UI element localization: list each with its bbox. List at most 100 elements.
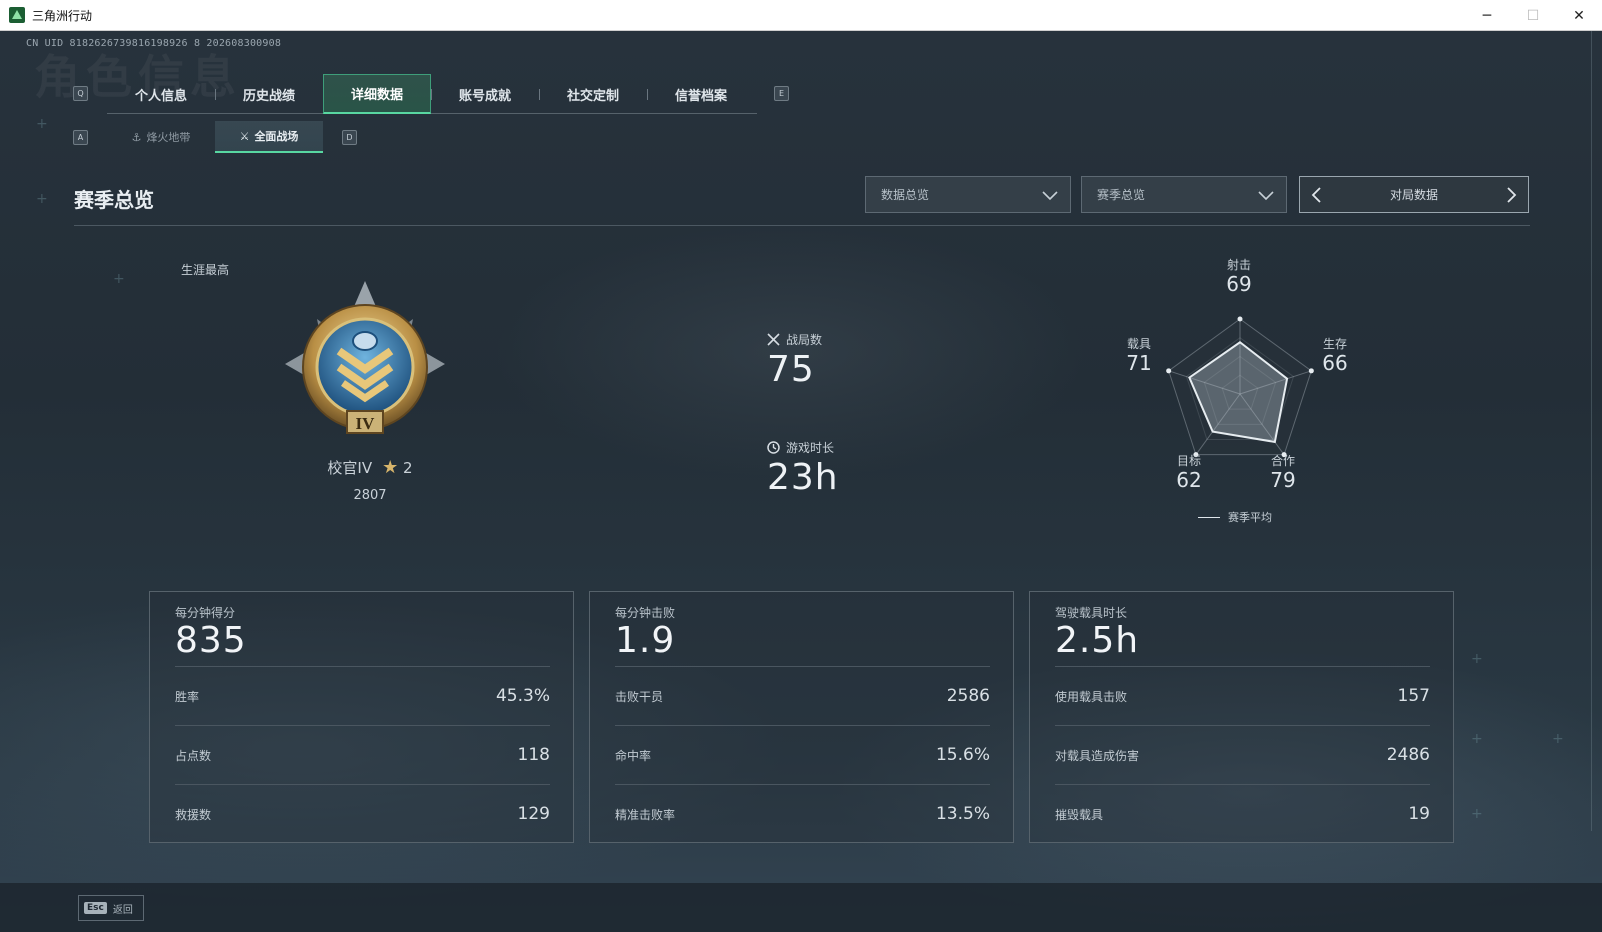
card-head-label: 每分钟击败 <box>615 606 676 620</box>
matches-label-text: 战局数 <box>786 333 823 347</box>
row-value: 157 <box>1397 686 1430 706</box>
pager-label: 对局数据 <box>1389 188 1438 202</box>
legend-label: 赛季平均 <box>1228 511 1272 524</box>
swords-icon: ⚔ <box>239 129 250 143</box>
tab-personal-info[interactable]: 个人信息 <box>107 74 215 114</box>
rank-medal-icon: IV <box>285 281 445 434</box>
card-row: 摧毁载具 19 <box>1055 784 1430 843</box>
subtab-operations[interactable]: ⚓ 烽火地带 <box>107 121 215 153</box>
row-value: 129 <box>517 804 550 824</box>
radar-label-vehicle: 载具 <box>1126 337 1151 351</box>
career-highest-label: 生涯最高 <box>181 263 230 277</box>
radar-label-objective: 目标 <box>1176 454 1201 468</box>
card-head-value: 835 <box>175 620 247 661</box>
card-head-value: 1.9 <box>615 620 676 661</box>
chevron-down-icon <box>1042 191 1058 201</box>
card-row: 命中率 15.6% <box>615 725 990 784</box>
card-head-label: 每分钟得分 <box>175 606 236 620</box>
mode-subtabs: ⚓ 烽火地带 ⚔ 全面战场 <box>107 121 323 153</box>
dropdown-value: 赛季总览 <box>1097 188 1146 202</box>
row-label: 胜率 <box>175 689 200 704</box>
row-label: 占点数 <box>175 748 212 763</box>
subtab-warfare[interactable]: ⚔ 全面战场 <box>215 121 323 153</box>
row-value: 19 <box>1408 804 1430 824</box>
radar-label-survival: 生存 <box>1322 337 1347 351</box>
card-head-label: 驾驶载具时长 <box>1055 606 1128 620</box>
match-data-pager: 对局数据 <box>1299 176 1529 213</box>
radar-axis-point <box>1237 316 1243 322</box>
card-row: 救援数 129 <box>175 784 550 843</box>
rank-score: 2807 <box>353 488 387 503</box>
matches-label: 战局数 <box>767 331 822 348</box>
playtime-label: 游戏时长 <box>767 439 834 456</box>
card-row: 使用载具击败 157 <box>1055 666 1430 725</box>
edge-divider <box>1591 31 1592 831</box>
decor-cross-icon: + <box>36 191 48 207</box>
back-button[interactable]: Esc 返回 <box>78 895 144 921</box>
back-label: 返回 <box>112 904 133 916</box>
star-count: 2 <box>403 459 413 477</box>
chevron-left-icon[interactable] <box>1308 186 1326 204</box>
decor-cross-icon: + <box>1471 651 1483 667</box>
legend-line-icon <box>1198 516 1220 518</box>
card-head-value: 2.5h <box>1055 620 1140 661</box>
row-label: 对载具造成伤害 <box>1055 748 1140 763</box>
card-row: 占点数 118 <box>175 725 550 784</box>
decor-cross-icon: + <box>1552 731 1564 747</box>
section-title: 赛季总览 <box>74 188 154 212</box>
game-canvas: 角色信息 CN UID 8182626739816198926 8 202608… <box>0 31 1602 932</box>
tab-history[interactable]: 历史战绩 <box>215 74 323 114</box>
row-label: 使用载具击败 <box>1055 689 1128 704</box>
subtab-next-key-hint[interactable]: D <box>342 130 357 145</box>
row-label: 精准击败率 <box>615 807 676 822</box>
playtime-label-text: 游戏时长 <box>786 441 835 455</box>
star-icon: ★ <box>382 457 399 478</box>
tab-credit-record[interactable]: 信誉档案 <box>647 74 755 114</box>
decor-cross-icon: + <box>1471 806 1483 822</box>
esc-key-hint: Esc <box>84 902 107 914</box>
row-value: 2486 <box>1386 745 1430 765</box>
row-label: 击败干员 <box>615 689 664 704</box>
tab-social-custom[interactable]: 社交定制 <box>539 74 647 114</box>
row-value: 45.3% <box>495 686 550 706</box>
footer-bar <box>0 883 1602 932</box>
section-divider <box>74 225 1530 226</box>
uid-text: CN UID 8182626739816198926 8 20260830090… <box>26 38 282 49</box>
subtab-label: 烽火地带 <box>146 131 191 144</box>
radar-label-teamwork: 合作 <box>1270 454 1295 468</box>
card-row: 击败干员 2586 <box>615 666 990 725</box>
close-button[interactable]: ✕ <box>1556 0 1602 31</box>
dropdown-value: 数据总览 <box>881 188 930 202</box>
row-label: 命中率 <box>615 748 652 763</box>
chevron-right-icon[interactable] <box>1502 186 1520 204</box>
tab-next-key-hint[interactable]: E <box>774 86 789 101</box>
row-value: 15.6% <box>935 745 990 765</box>
ability-radar-chart <box>1166 316 1314 458</box>
card-row: 胜率 45.3% <box>175 666 550 725</box>
row-value: 2586 <box>946 686 990 706</box>
season-overview-dropdown[interactable]: 赛季总览 <box>1081 176 1287 213</box>
data-overview-dropdown[interactable]: 数据总览 <box>865 176 1071 213</box>
subtab-label: 全面战场 <box>254 130 299 143</box>
subtab-prev-key-hint[interactable]: A <box>73 130 88 145</box>
radar-value-shooting: 69 <box>1226 272 1252 296</box>
card-row: 精准击败率 13.5% <box>615 784 990 843</box>
radar-value-teamwork: 79 <box>1270 468 1296 492</box>
radar-label-shooting: 射击 <box>1226 258 1251 272</box>
playtime-value: 23h <box>767 457 839 498</box>
radar-value-vehicle: 71 <box>1126 351 1152 375</box>
chevron-down-icon <box>1258 191 1274 201</box>
radar-value-survival: 66 <box>1322 351 1348 375</box>
stat-card-vehicle: 驾驶载具时长 2.5h 使用载具击败 157 对载具造成伤害 2486 摧毁载具… <box>1029 591 1454 843</box>
decor-cross-icon: + <box>113 271 125 287</box>
clock-icon <box>767 441 780 454</box>
decor-cross-icon: + <box>1471 731 1483 747</box>
minimize-button[interactable]: ─ <box>1464 0 1510 31</box>
tab-prev-key-hint[interactable]: Q <box>73 86 88 101</box>
tab-detailed-data[interactable]: 详细数据 <box>323 74 431 114</box>
matches-value: 75 <box>767 349 815 390</box>
rank-name: 校官IV <box>327 459 373 477</box>
tab-achievements[interactable]: 账号成就 <box>431 74 539 114</box>
maximize-button[interactable]: ☐ <box>1510 0 1556 31</box>
main-tabs: 个人信息 历史战绩 详细数据 账号成就 社交定制 信誉档案 <box>107 74 757 114</box>
